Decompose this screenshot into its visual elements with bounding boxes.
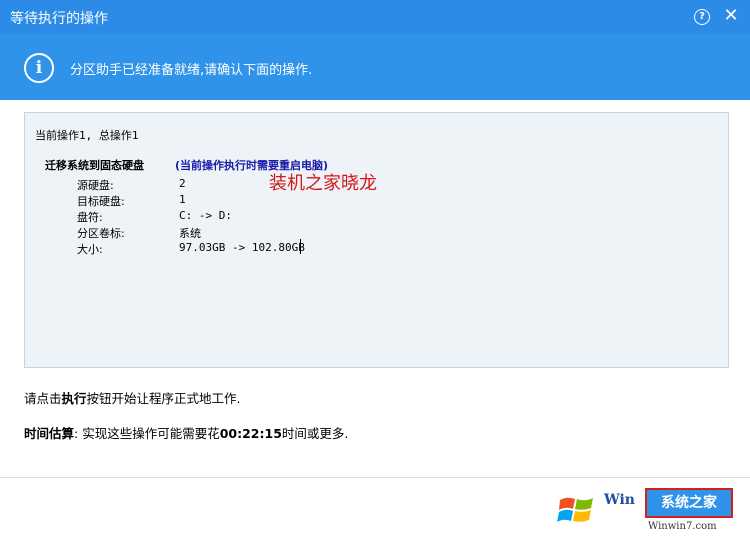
time-estimate: 时间估算: 实现这些操作可能需要花00:22:15时间或更多.: [24, 423, 348, 442]
detail-value-target-disk: 1: [179, 193, 186, 206]
info-icon: i: [24, 53, 54, 83]
hint-suffix: 按钮开始让程序正式地工作.: [86, 391, 241, 406]
banner-message: 分区助手已经准备就绪,请确认下面的操作.: [70, 63, 313, 78]
execute-button[interactable]: 系统之家: [645, 488, 733, 518]
windows-flag-icon: [557, 497, 593, 522]
detail-value-source-disk: 2: [179, 177, 186, 190]
logo-url: Winwin7.com: [648, 521, 717, 532]
close-button[interactable]: ✕: [720, 4, 742, 28]
title-bar: 等待执行的操作 ? ✕: [0, 0, 750, 34]
detail-label-target-disk: 目标硬盘:: [77, 195, 125, 208]
hint-prefix: 请点击: [24, 391, 62, 406]
estimate-label: 时间估算: [24, 426, 75, 441]
watermark-text: 装机之家晓龙: [269, 173, 377, 194]
logo-text: Win: [604, 492, 635, 508]
operation-title: 迁移系统到固态硬盘: [45, 159, 144, 172]
operation-count: 当前操作1, 总操作1: [35, 129, 139, 142]
info-banner: i 分区助手已经准备就绪,请确认下面的操作.: [0, 34, 750, 100]
detail-label-drive-letter: 盘符:: [77, 211, 103, 224]
estimate-prefix: : 实现这些操作可能需要花: [74, 426, 220, 441]
detail-value-volume-label: 系统: [179, 227, 201, 240]
operations-panel: 当前操作1, 总操作1 迁移系统到固态硬盘 (当前操作执行时需要重启电脑) 源硬…: [24, 112, 729, 368]
detail-value-size: 97.03GB -> 102.80GB: [179, 241, 305, 254]
footer-divider: [0, 477, 750, 478]
hint-bold: 执行: [61, 391, 87, 406]
estimate-time: 00:22:15: [219, 426, 282, 441]
text-cursor: [300, 239, 301, 254]
detail-label-source-disk: 源硬盘:: [77, 179, 114, 192]
help-button[interactable]: ?: [694, 9, 710, 25]
detail-label-size: 大小:: [77, 243, 103, 256]
window-title: 等待执行的操作: [10, 11, 108, 27]
detail-label-volume-label: 分区卷标:: [77, 227, 125, 240]
detail-value-drive-letter: C: -> D:: [179, 209, 232, 222]
estimate-suffix: 时间或更多.: [281, 426, 349, 441]
execute-hint: 请点击执行按钮开始让程序正式地工作.: [24, 388, 241, 407]
